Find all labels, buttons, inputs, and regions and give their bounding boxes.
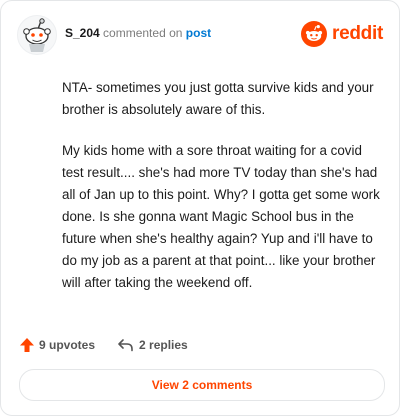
reddit-logo-icon [301, 21, 328, 47]
comment-embed-card: S_204 commented on post reddit NTA- some… [0, 0, 400, 416]
view-comments-button[interactable]: View 2 comments [19, 369, 385, 401]
replies-count: 2 replies [139, 338, 188, 352]
comment-header: S_204 commented on post reddit [17, 15, 383, 55]
reddit-wordmark: reddit [332, 23, 383, 44]
post-link[interactable]: post [186, 26, 211, 40]
reddit-brand[interactable]: reddit [301, 21, 383, 47]
username-link[interactable]: S_204 [65, 26, 100, 40]
comment-meta: S_204 commented on post [65, 26, 211, 40]
snoo-avatar-icon[interactable] [17, 15, 57, 55]
comment-paragraph: My kids home with a sore throat waiting … [62, 143, 380, 290]
comment-paragraph: NTA- sometimes you just gotta survive ki… [62, 80, 374, 117]
replies-button[interactable]: 2 replies [117, 337, 188, 353]
comment-body: NTA- sometimes you just gotta survive ki… [62, 77, 380, 313]
upvote-arrow-icon [19, 337, 35, 353]
reply-arrow-icon [117, 337, 135, 353]
upvote-count: 9 upvotes [39, 338, 96, 352]
meta-connector-text: commented on [103, 26, 183, 40]
upvote-button[interactable]: 9 upvotes [19, 337, 95, 353]
comment-actions: 9 upvotes 2 replies [19, 335, 188, 355]
